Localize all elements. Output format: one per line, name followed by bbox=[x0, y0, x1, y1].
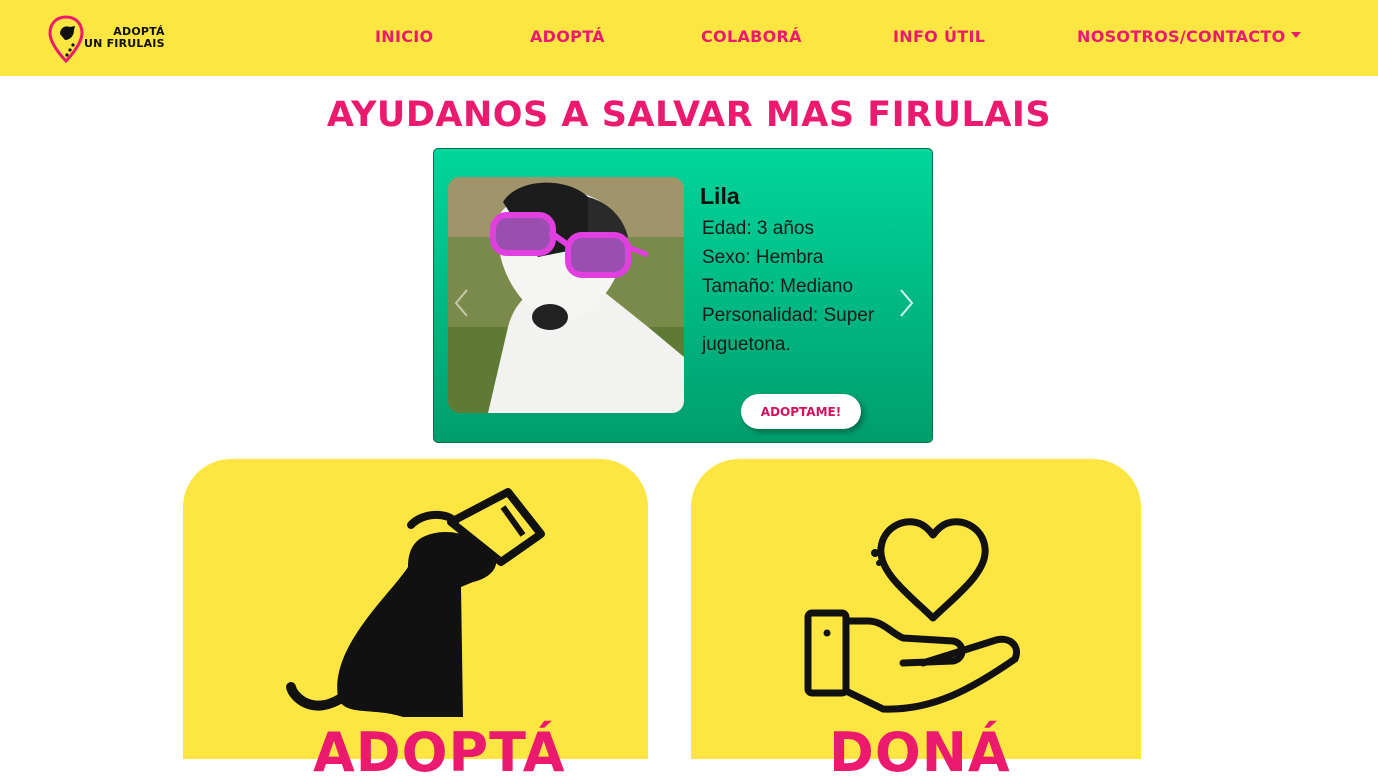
pet-age: Edad: 3 años bbox=[702, 218, 814, 239]
logo-line2: UN FIRULAIS bbox=[84, 37, 165, 50]
pet-personality: Personalidad: Super juguetona. bbox=[702, 305, 875, 355]
dog-cone-icon bbox=[286, 488, 545, 717]
pet-name: Lila bbox=[700, 183, 740, 209]
pin-icon bbox=[48, 15, 84, 64]
nav-colabora[interactable]: COLABORÁ bbox=[701, 27, 802, 46]
pet-sex: Sexo: Hembra bbox=[702, 247, 824, 268]
nav-nosotros-contacto[interactable]: NOSOTROS/CONTACTO bbox=[1077, 27, 1302, 46]
nav-nosotros-label: NOSOTROS/CONTACTO bbox=[1077, 27, 1286, 46]
pet-photo bbox=[448, 177, 684, 413]
pet-carousel: Lila Edad: 3 años Sexo: Hembra Tamaño: M… bbox=[433, 148, 933, 443]
caret-down-icon bbox=[1291, 31, 1302, 38]
pet-info: Edad: 3 años Sexo: Hembra Tamaño: Median… bbox=[702, 214, 892, 359]
card-dona[interactable]: DONÁ bbox=[691, 459, 1141, 784]
adoptame-button[interactable]: ADOPTAME! bbox=[741, 394, 861, 429]
chevron-right-icon bbox=[900, 289, 914, 317]
nav-info-util[interactable]: INFO ÚTIL bbox=[893, 27, 985, 46]
carousel-prev[interactable] bbox=[452, 287, 472, 323]
card-adopta-title: ADOPTÁ bbox=[313, 721, 566, 784]
carousel-next[interactable] bbox=[896, 287, 916, 323]
logo-text: ADOPTÁ UN FIRULAIS bbox=[84, 26, 165, 50]
hand-heart-icon bbox=[804, 518, 1020, 713]
card-dona-title: DONÁ bbox=[829, 721, 1011, 784]
chevron-left-icon bbox=[454, 289, 468, 317]
card-adopta[interactable]: ADOPTÁ bbox=[183, 459, 648, 784]
pet-size: Tamaño: Mediano bbox=[702, 276, 854, 297]
nav-adopta[interactable]: ADOPTÁ bbox=[530, 27, 605, 46]
page-headline: AYUDANOS A SALVAR MAS FIRULAIS bbox=[326, 95, 1052, 135]
navbar: ADOPTÁ UN FIRULAIS INICIO ADOPTÁ COLABOR… bbox=[0, 0, 1378, 76]
nav-inicio[interactable]: INICIO bbox=[375, 27, 433, 46]
brand-logo[interactable]: ADOPTÁ UN FIRULAIS bbox=[48, 14, 168, 64]
